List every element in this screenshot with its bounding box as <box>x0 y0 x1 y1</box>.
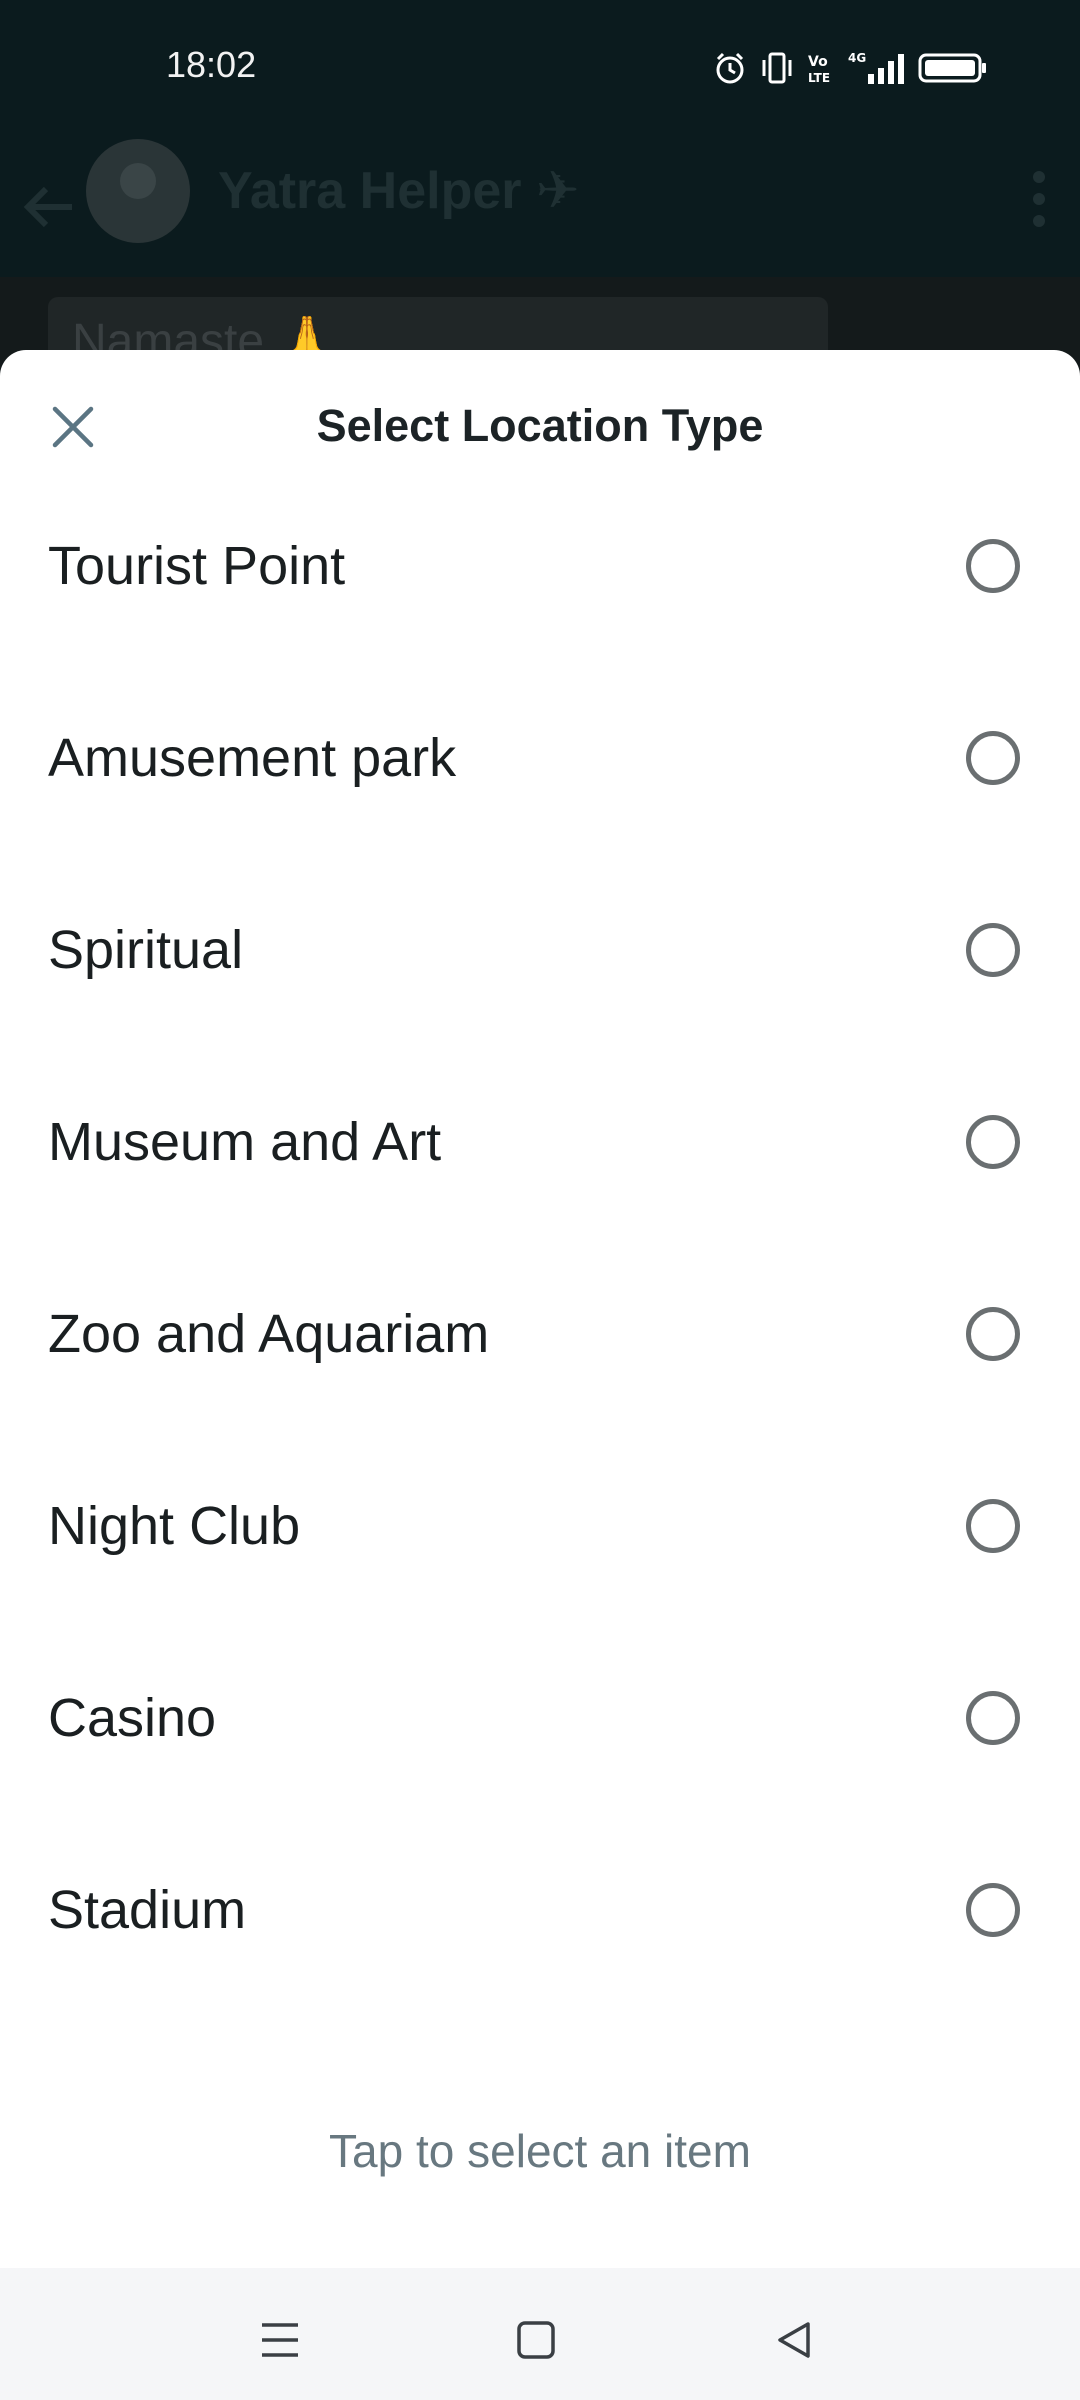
radio-button[interactable] <box>966 1499 1020 1553</box>
alarm-icon <box>712 50 748 86</box>
sheet-hint: Tap to select an item <box>329 2125 751 2177</box>
option-casino[interactable]: Casino <box>0 1622 1080 1814</box>
option-stadium[interactable]: Stadium <box>0 1814 1080 2006</box>
option-label: Tourist Point <box>48 536 346 596</box>
back-arrow-icon[interactable] <box>22 185 76 234</box>
option-tourist-point[interactable]: Tourist Point <box>0 470 1080 662</box>
radio-button[interactable] <box>966 731 1020 785</box>
avatar[interactable] <box>86 139 190 243</box>
option-night-club[interactable]: Night Club <box>0 1430 1080 1622</box>
option-amusement-park[interactable]: Amusement park <box>0 662 1080 854</box>
option-label: Stadium <box>48 1880 247 1940</box>
home-square-icon <box>516 2320 556 2365</box>
radio-button[interactable] <box>966 539 1020 593</box>
option-zoo-and-aquarium[interactable]: Zoo and Aquariam <box>0 1238 1080 1430</box>
back-triangle-icon <box>774 2320 814 2365</box>
option-list: Tourist Point Amusement park Spiritual M… <box>0 470 1080 2006</box>
chat-title: Yatra Helper ✈ <box>218 162 580 220</box>
svg-text:4G: 4G <box>848 51 866 65</box>
radio-button[interactable] <box>966 1691 1020 1745</box>
volte-icon: Vo LTE <box>806 50 834 86</box>
option-label: Spiritual <box>48 920 244 980</box>
vibrate-icon <box>760 50 794 86</box>
radio-button[interactable] <box>966 1883 1020 1937</box>
home-nav-button[interactable] <box>506 2312 566 2372</box>
option-label: Amusement park <box>48 728 457 788</box>
sheet-title: Select Location Type <box>316 400 764 451</box>
option-label: Museum and Art <box>48 1112 442 1172</box>
menu-icon <box>260 2321 300 2364</box>
menu-nav-button[interactable] <box>250 2312 310 2372</box>
battery-icon <box>918 50 988 86</box>
radio-button[interactable] <box>966 1115 1020 1169</box>
radio-button[interactable] <box>966 923 1020 977</box>
option-label: Night Club <box>48 1496 301 1556</box>
status-time: 18:02 <box>166 44 257 85</box>
svg-text:Vo: Vo <box>808 54 828 70</box>
option-label: Casino <box>48 1688 217 1748</box>
chat-header: Yatra Helper ✈ <box>0 135 1080 277</box>
option-spiritual[interactable]: Spiritual <box>0 854 1080 1046</box>
svg-text:LTE: LTE <box>808 71 830 85</box>
option-label: Zoo and Aquariam <box>48 1304 490 1364</box>
location-type-sheet: Select Location Type Tourist Point Amuse… <box>0 350 1080 2268</box>
back-nav-button[interactable] <box>764 2312 824 2372</box>
status-icons: Vo LTE 4G <box>712 48 988 88</box>
radio-button[interactable] <box>966 1307 1020 1361</box>
option-museum-and-art[interactable]: Museum and Art <box>0 1046 1080 1238</box>
signal-4g-icon: 4G <box>846 50 906 86</box>
system-nav-bar <box>0 2268 1080 2400</box>
status-bar: 18:02 Vo LTE 4G <box>0 0 1080 135</box>
more-options-icon[interactable] <box>1032 169 1046 234</box>
